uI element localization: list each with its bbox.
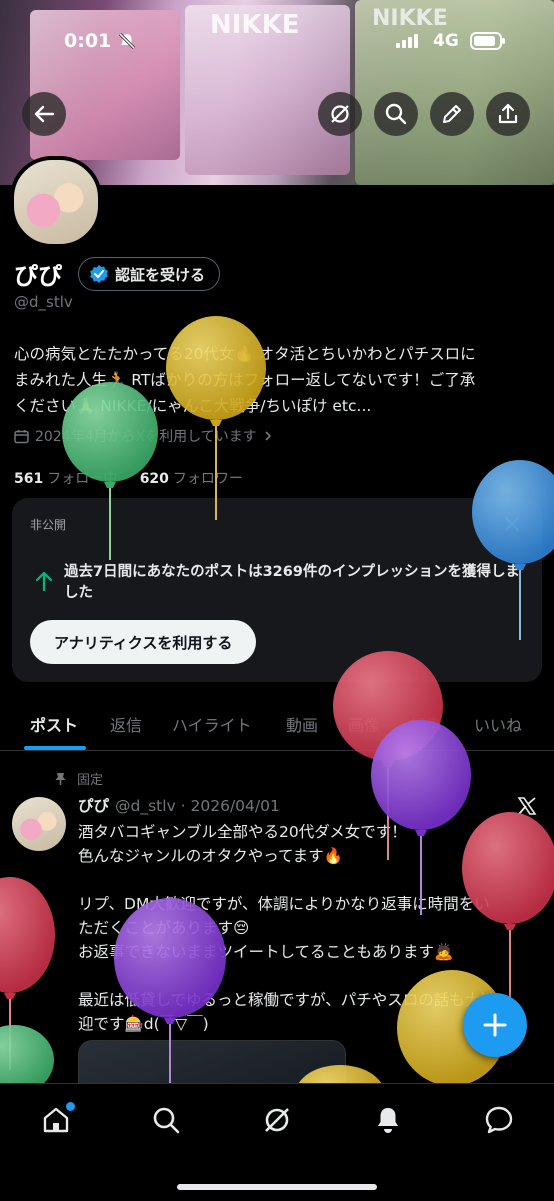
search-button[interactable] bbox=[374, 92, 418, 136]
analytics-button[interactable]: アナリティクスを利用する bbox=[30, 620, 257, 664]
post-meta: @d_stlv · 2026/04/01 bbox=[115, 797, 280, 815]
nav-messages[interactable] bbox=[479, 1100, 519, 1140]
post-line: 酒タバコギャンブル全部やる20代ダメ女です！ bbox=[78, 823, 407, 841]
edit-icon bbox=[443, 105, 461, 123]
status-time: 0:01 bbox=[64, 30, 112, 52]
balloon-green-bottom bbox=[0, 1025, 54, 1090]
calendar-icon bbox=[14, 429, 29, 443]
following-link[interactable]: 561 フォロー中 bbox=[14, 471, 117, 487]
banner-nikke-text: NIKKE bbox=[210, 10, 300, 40]
private-label: 非公開 bbox=[30, 518, 67, 532]
following-count: 561 bbox=[14, 471, 44, 487]
verified-badge-icon bbox=[90, 265, 108, 283]
bio-line: 心の病気とたたかってる20代女🔥 オタ活とちいかわとパチスロに bbox=[14, 345, 476, 363]
bell-icon bbox=[378, 1108, 398, 1133]
post-header: ぴぴ @d_stlv · 2026/04/01 bbox=[78, 794, 280, 816]
tab-images[interactable]: 画像 bbox=[348, 712, 380, 736]
profile-bio: 心の病気とたたかってる20代女🔥 オタ活とちいかわとパチスロに まみれた人生🏃 … bbox=[14, 341, 534, 419]
share-button[interactable] bbox=[486, 92, 530, 136]
pinned-label-row: 固定 bbox=[54, 769, 103, 788]
post-line bbox=[78, 868, 538, 892]
grok-nav-icon bbox=[265, 1108, 289, 1132]
network-label: 4G bbox=[433, 31, 459, 51]
followers-count: 620 bbox=[139, 471, 169, 487]
nav-home[interactable] bbox=[36, 1100, 76, 1140]
signal-icon bbox=[396, 34, 418, 48]
follow-stats: 561 フォロー中 620 フォロワー bbox=[14, 468, 243, 488]
balloon-red-left bbox=[0, 877, 55, 1070]
back-icon bbox=[34, 105, 55, 123]
nav-notifications[interactable] bbox=[368, 1100, 408, 1140]
tab-replies[interactable]: 返信 bbox=[110, 712, 142, 736]
grok-icon bbox=[331, 105, 349, 123]
battery-icon bbox=[470, 32, 505, 50]
edit-button[interactable] bbox=[430, 92, 474, 136]
following-label: フォロー中 bbox=[47, 471, 118, 487]
arrow-up-icon bbox=[35, 571, 53, 592]
tab-likes[interactable]: いいね bbox=[474, 712, 522, 736]
post-author[interactable]: ぴぴ bbox=[78, 794, 109, 816]
nav-grok[interactable] bbox=[257, 1100, 297, 1140]
post-avatar[interactable] bbox=[12, 797, 66, 851]
bottom-nav bbox=[0, 1083, 554, 1201]
share-icon bbox=[498, 103, 518, 124]
chevron-right-icon bbox=[265, 431, 271, 441]
pin-icon bbox=[55, 772, 66, 785]
profile-banner[interactable]: NIKKE NIKKE bbox=[0, 0, 554, 185]
get-verified-label: 認証を受ける bbox=[115, 265, 206, 284]
search-nav-icon bbox=[153, 1107, 180, 1134]
tab-posts[interactable]: ポスト bbox=[30, 712, 78, 736]
followers-link[interactable]: 620 フォロワー bbox=[140, 471, 243, 487]
bio-line: ください🙏 NIKKE/にゃんこ大戦争/ちいぽけ etc... bbox=[14, 397, 372, 415]
x-logo-icon[interactable] bbox=[516, 795, 538, 817]
impressions-message: 過去7日間にあなたのポストは3269件のインプレッションを獲得しました bbox=[64, 564, 521, 601]
home-indicator bbox=[177, 1184, 377, 1190]
profile-handle: @d_stlv bbox=[14, 293, 73, 311]
post-line: リプ、DM大歓迎ですが、体調によりかなり返事に時間をい bbox=[78, 895, 490, 913]
analytics-card: 非公開 過去7日間にあなたのポストは3269件のインプレッションを獲得しました … bbox=[12, 498, 542, 682]
banner-nikke-text-2: NIKKE bbox=[372, 6, 448, 31]
messages-icon bbox=[485, 1106, 513, 1134]
post-line bbox=[78, 964, 538, 988]
joined-date[interactable]: 2024年4月からXを利用しています bbox=[14, 426, 273, 446]
plus-icon bbox=[483, 1013, 507, 1037]
active-tab-indicator bbox=[24, 746, 86, 750]
pinned-text: 固定 bbox=[77, 773, 104, 788]
tab-articles[interactable]: 記事 bbox=[410, 712, 442, 736]
nav-search[interactable] bbox=[146, 1100, 186, 1140]
avatar[interactable] bbox=[10, 156, 102, 248]
post-line: お返事できないままツイートしてることもあります🙇 bbox=[78, 943, 454, 961]
close-icon[interactable] bbox=[502, 514, 522, 534]
post-line: 色んなジャンルのオタクやってます🔥 bbox=[78, 847, 343, 865]
compose-button[interactable] bbox=[463, 993, 527, 1057]
post-line: ただくことがあります😔 bbox=[78, 919, 250, 937]
tab-videos[interactable]: 動画 bbox=[286, 712, 318, 736]
bio-line: まみれた人生🏃 RTばかりの方はフォロー返してないです！ご了承 bbox=[14, 371, 476, 389]
tab-highlights[interactable]: ハイライト bbox=[172, 712, 252, 736]
back-button[interactable] bbox=[22, 92, 66, 136]
notification-dot bbox=[66, 1102, 75, 1111]
joined-text: 2024年4月からXを利用しています bbox=[35, 429, 257, 445]
followers-label: フォロワー bbox=[172, 471, 243, 487]
grok-button[interactable] bbox=[318, 92, 362, 136]
silent-icon bbox=[118, 32, 136, 50]
profile-name: ぴぴ bbox=[14, 262, 62, 290]
profile-tabs: ポスト 返信 ハイライト 動画 画像 記事 いいね bbox=[0, 700, 554, 751]
get-verified-button[interactable]: 認証を受ける bbox=[78, 257, 221, 291]
post-body: 酒タバコギャンブル全部やる20代ダメ女です！ 色んなジャンルのオタクやってます🔥… bbox=[78, 820, 538, 1036]
search-icon bbox=[385, 103, 407, 125]
